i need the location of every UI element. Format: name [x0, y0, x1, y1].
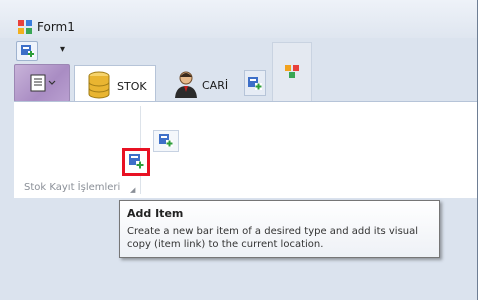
qat-add-item-button[interactable] [16, 41, 38, 61]
tab-stok[interactable]: STOK [74, 65, 156, 102]
ribbon-add-item-button[interactable] [153, 130, 179, 152]
title-bar[interactable]: Form1 [0, 0, 477, 38]
tab-row-group-button[interactable] [272, 42, 312, 102]
tooltip-title: Add Item [127, 207, 184, 220]
qat-customize-arrow[interactable]: ▾ [60, 44, 65, 55]
tab-row-add-item-button[interactable] [244, 70, 266, 96]
add-item-icon [248, 77, 262, 90]
ribbon-tab-row: STOK CARİ [14, 42, 477, 102]
tab-cari[interactable]: CARİ [162, 65, 244, 102]
tab-stok-label: STOK [117, 80, 147, 93]
ribbon-group-label: Stok Kayıt İşlemleri [24, 182, 121, 193]
tooltip: Add Item Create a new bar item of a desi… [119, 200, 440, 258]
add-item-icon [21, 45, 34, 57]
form-window: Form1 ▾ STOK CARİ Stok Kayıt İşlemleri ◢… [0, 0, 478, 300]
application-menu-icon [30, 74, 56, 92]
database-icon [88, 71, 110, 99]
tab-cari-label: CARİ [202, 79, 229, 92]
add-item-button-highlighted[interactable] [122, 148, 150, 176]
add-item-icon [129, 154, 144, 169]
user-icon [175, 71, 197, 98]
shapes-icon [285, 65, 299, 78]
app-icon [18, 20, 32, 34]
tooltip-body: Create a new bar item of a desired type … [127, 226, 419, 250]
dialog-launcher-icon[interactable]: ◢ [130, 186, 135, 194]
add-item-icon [159, 134, 173, 147]
ribbon-panel: Stok Kayıt İşlemleri ◢ [14, 101, 477, 198]
window-title: Form1 [37, 20, 75, 34]
application-menu-button[interactable] [14, 64, 70, 102]
